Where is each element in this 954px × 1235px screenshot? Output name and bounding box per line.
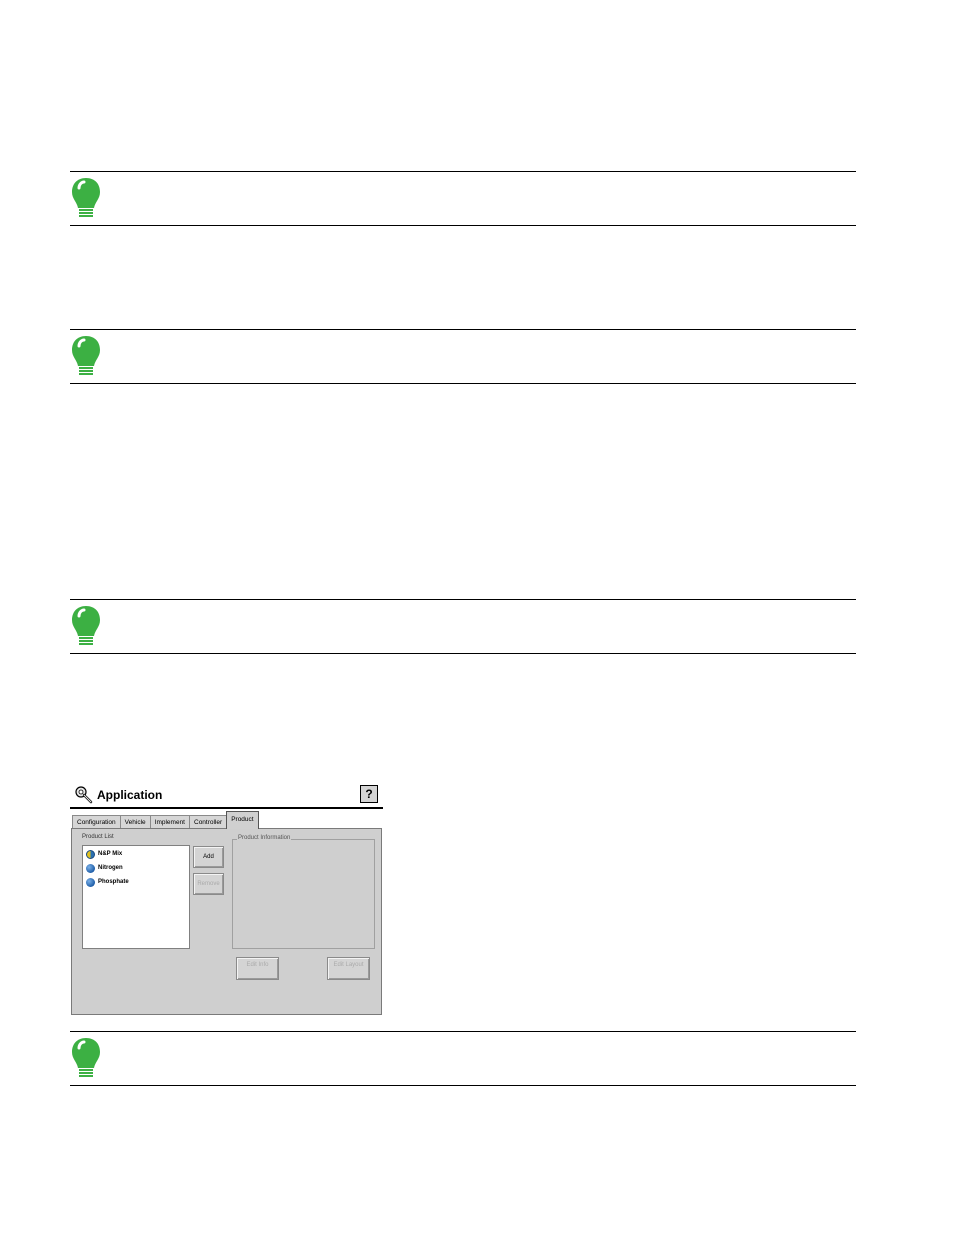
- lightbulb-icon: [72, 336, 100, 375]
- mix-product-icon: [86, 849, 95, 859]
- remove-button[interactable]: Remove: [193, 873, 224, 895]
- note-divider-top: [70, 329, 856, 330]
- lightbulb-icon: [72, 178, 100, 217]
- product-list-label: Product List: [82, 834, 114, 840]
- edit-info-button[interactable]: Edit Info: [236, 957, 279, 980]
- product-information-group: Product Information: [232, 835, 375, 949]
- lightbulb-icon: [72, 1038, 100, 1077]
- add-button[interactable]: Add: [193, 846, 224, 868]
- tab-configuration[interactable]: Configuration: [72, 815, 121, 829]
- note-divider-bottom: [70, 383, 856, 384]
- product-name: Phosphate: [98, 879, 129, 885]
- list-item[interactable]: Nitrogen: [86, 863, 123, 873]
- product-name: Nitrogen: [98, 865, 123, 871]
- tab-implement[interactable]: Implement: [149, 815, 190, 829]
- product-name: N&P Mix: [98, 851, 123, 857]
- list-item[interactable]: Phosphate: [86, 877, 129, 887]
- window-title: Application: [97, 788, 163, 802]
- tab-controller[interactable]: Controller: [189, 815, 228, 829]
- title-divider: [70, 807, 383, 809]
- tab-vehicle[interactable]: Vehicle: [119, 815, 151, 829]
- tab-bar: Configuration Vehicle Implement Controll…: [72, 811, 259, 829]
- product-information-label: Product Information: [237, 835, 292, 841]
- note-divider-top: [70, 171, 856, 172]
- application-window: Application ? Configuration Vehicle Impl…: [70, 782, 383, 1016]
- note-divider-top: [70, 599, 856, 600]
- list-item[interactable]: N&P Mix: [86, 849, 122, 859]
- note-divider-bottom: [70, 225, 856, 226]
- note-divider-bottom: [70, 1085, 856, 1086]
- note-divider-top: [70, 1031, 856, 1032]
- wrench-icon: [75, 786, 93, 804]
- note-divider-bottom: [70, 653, 856, 654]
- window-title-bar: Application ?: [70, 782, 383, 808]
- edit-layout-button[interactable]: Edit Layout: [327, 957, 370, 980]
- product-panel: Product List N&P Mix Nitrogen Phosphate …: [71, 828, 382, 1015]
- product-list[interactable]: N&P Mix Nitrogen Phosphate: [82, 845, 190, 949]
- product-icon: [86, 863, 95, 873]
- product-icon: [86, 877, 95, 887]
- lightbulb-icon: [72, 606, 100, 645]
- help-button[interactable]: ?: [360, 785, 378, 803]
- tab-product[interactable]: Product: [226, 811, 259, 829]
